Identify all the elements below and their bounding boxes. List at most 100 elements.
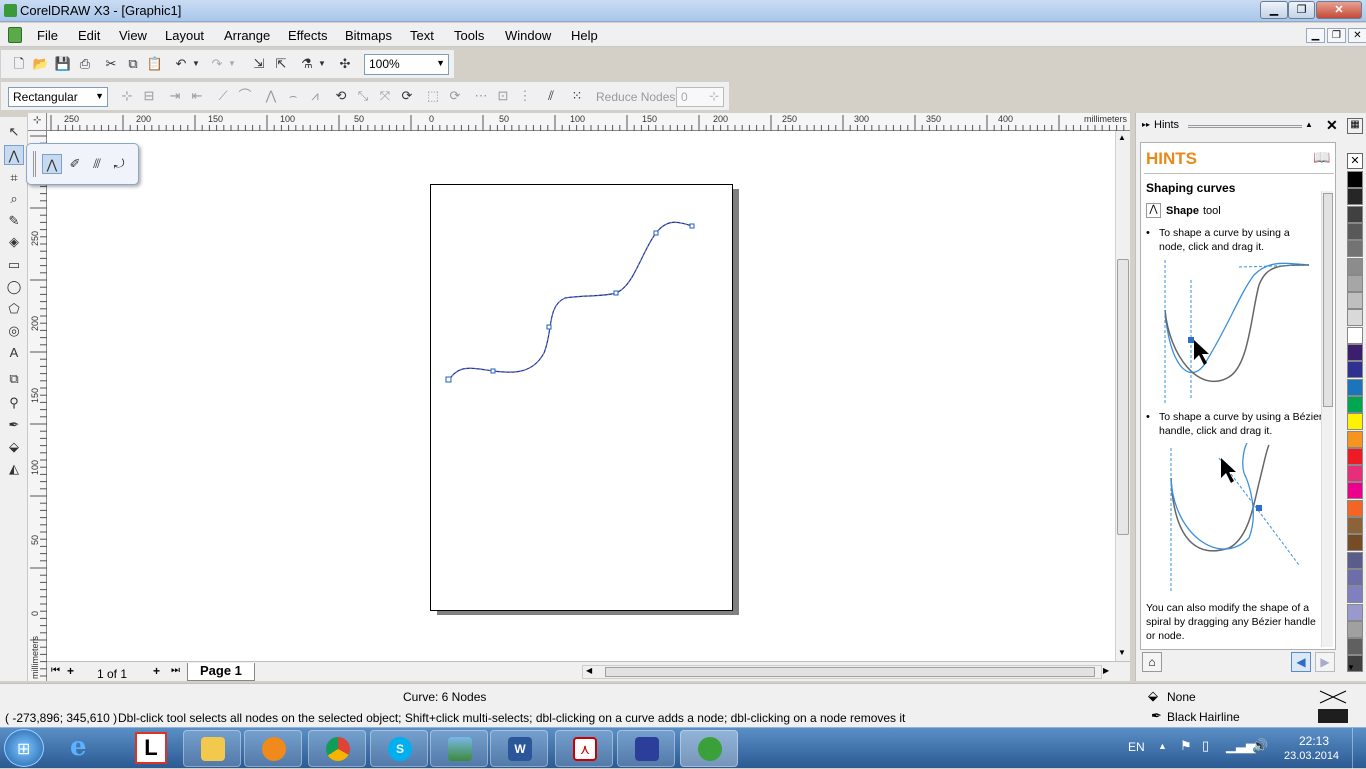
menu-window[interactable]: Window — [505, 28, 551, 43]
lingvo-icon[interactable]: L — [135, 732, 167, 764]
palette-options-icon[interactable]: ▦ — [1347, 118, 1363, 134]
mdi-restore-button[interactable]: ❐ — [1327, 28, 1346, 43]
scroll-down-icon[interactable]: ▼ — [1118, 648, 1126, 657]
language-indicator[interactable]: EN — [1128, 740, 1145, 754]
save-icon[interactable]: 💾 — [53, 54, 73, 74]
extract-subpath-icon[interactable]: ⤧ — [375, 86, 395, 106]
color-swatch[interactable] — [1347, 188, 1363, 206]
align-nodes-icon[interactable]: ⋯ — [471, 86, 491, 106]
menu-view[interactable]: View — [119, 28, 147, 43]
color-swatch[interactable] — [1347, 205, 1363, 223]
color-swatch[interactable] — [1347, 378, 1363, 396]
tray-expand-icon[interactable]: ▲ — [1158, 741, 1167, 751]
smudge-brush-icon[interactable]: ✐ — [65, 154, 85, 174]
redo-dropdown-icon[interactable]: ▼ — [227, 54, 237, 74]
basic-shapes-tool-icon[interactable]: ◎ — [4, 321, 24, 341]
color-swatch[interactable] — [1347, 413, 1363, 431]
explorer-taskbar-button[interactable] — [183, 730, 241, 767]
vertical-scrollbar[interactable]: ▲ ▼ — [1115, 131, 1130, 661]
hints-forward-icon[interactable]: ▶ — [1315, 652, 1335, 672]
battery-icon[interactable]: ▯ — [1202, 738, 1209, 754]
color-swatch[interactable] — [1347, 361, 1363, 379]
hints-book-icon[interactable]: 📖 — [1313, 149, 1330, 166]
scroll-up-icon[interactable]: ▲ — [1118, 133, 1126, 142]
ellipse-tool-icon[interactable]: ◯ — [4, 277, 24, 297]
coreldraw-app-icon[interactable] — [4, 4, 17, 17]
crop-tool-icon[interactable]: ⌗ — [4, 168, 24, 188]
mdi-close-button[interactable]: ✕ — [1348, 28, 1366, 43]
reverse-direction-icon[interactable]: ⟲ — [331, 86, 351, 106]
menu-help[interactable]: Help — [571, 28, 598, 43]
chrome-taskbar-button[interactable] — [308, 730, 366, 767]
zoom-tool-icon[interactable]: ⌕ — [4, 189, 24, 209]
maximize-button[interactable]: ❐ — [1288, 1, 1315, 19]
show-desktop-button[interactable] — [1352, 728, 1366, 769]
application-launcher-icon[interactable]: ⚗ — [297, 54, 317, 74]
color-swatch[interactable] — [1347, 292, 1363, 310]
color-swatch[interactable] — [1347, 430, 1363, 448]
menu-edit[interactable]: Edit — [78, 28, 100, 43]
coreldraw-taskbar-button[interactable] — [680, 730, 738, 767]
interactive-fill-tool-icon[interactable]: ◭ — [4, 459, 24, 479]
color-swatch[interactable] — [1347, 344, 1363, 361]
action-center-icon[interactable]: ⚑ — [1180, 738, 1192, 754]
launcher-dropdown-icon[interactable]: ▼ — [317, 54, 327, 74]
docker-grip[interactable] — [1188, 125, 1302, 128]
volume-icon[interactable]: 🔊 — [1252, 738, 1268, 754]
rotate-nodes-icon[interactable]: ⟳ — [445, 86, 465, 106]
docker-collapse-icon[interactable]: ▸▸ — [1142, 120, 1150, 129]
drawing-canvas[interactable] — [47, 131, 1115, 661]
selected-curve[interactable] — [47, 131, 1115, 661]
menu-bitmaps[interactable]: Bitmaps — [345, 28, 392, 43]
open-icon[interactable]: 📂 — [31, 54, 51, 74]
fill-tool-icon[interactable]: ⬙ — [4, 437, 24, 457]
copy-icon[interactable]: ⧉ — [123, 54, 143, 74]
shape-tool-icon[interactable]: ⋀ — [42, 154, 62, 174]
outline-tool-icon[interactable]: ✒ — [4, 415, 24, 435]
reflect-nodes-icon[interactable]: ⋮ — [515, 86, 535, 106]
elastic-mode-icon[interactable]: ⊡ — [493, 86, 513, 106]
text-tool-icon[interactable]: A — [4, 343, 24, 363]
clock-date[interactable]: 23.03.2014 — [1284, 750, 1339, 762]
shape-tool-icon[interactable]: ⋀ — [4, 145, 24, 165]
free-transform-tool-icon[interactable]: ⤾ — [109, 154, 129, 174]
add-page-before-icon[interactable]: + — [67, 664, 74, 678]
hints-back-icon[interactable]: ◀ — [1291, 652, 1311, 672]
extend-curve-icon[interactable]: ⤡ — [353, 86, 373, 106]
add-page-after-icon[interactable]: + — [153, 664, 160, 678]
color-swatch[interactable] — [1347, 309, 1363, 327]
horizontal-scroll-thumb[interactable] — [605, 667, 1095, 677]
color-swatch[interactable] — [1347, 517, 1363, 534]
color-swatch[interactable] — [1347, 482, 1363, 500]
internet-explorer-icon[interactable]: e — [70, 732, 104, 766]
break-curve-icon[interactable]: ⇤ — [187, 86, 207, 106]
auto-close-icon[interactable]: ⟳ — [397, 86, 417, 106]
reduce-nodes-button[interactable]: Reduce Nodes — [596, 90, 675, 104]
ruler-origin-icon[interactable]: ⊹ — [28, 113, 47, 131]
menu-file[interactable]: File — [37, 28, 58, 43]
media-player-taskbar-button[interactable] — [244, 730, 302, 767]
photo-viewer-taskbar-button[interactable] — [430, 730, 488, 767]
acrobat-taskbar-button[interactable]: ⋏ — [555, 730, 613, 767]
start-button[interactable]: ⊞ — [4, 729, 44, 767]
convert-to-curve-icon[interactable]: ⌒ — [235, 86, 255, 106]
skype-taskbar-button[interactable]: S — [370, 730, 428, 767]
flyout-grip[interactable] — [33, 151, 36, 177]
clock-time[interactable]: 22:13 — [1299, 734, 1329, 748]
eyedropper-tool-icon[interactable]: ⚲ — [4, 393, 24, 413]
menu-layout[interactable]: Layout — [165, 28, 204, 43]
select-all-nodes-icon[interactable]: ⁙ — [567, 86, 587, 106]
close-button[interactable]: ✕ — [1316, 1, 1362, 19]
menu-effects[interactable]: Effects — [288, 28, 328, 43]
word-taskbar-button[interactable]: W — [490, 730, 548, 767]
save-manager-taskbar-button[interactable] — [617, 730, 675, 767]
print-icon[interactable]: ⎙ — [75, 54, 95, 74]
undo-icon[interactable]: ↶ — [171, 54, 191, 74]
pick-tool-icon[interactable]: ↖ — [4, 122, 24, 142]
stretch-nodes-icon[interactable]: ⬚ — [423, 86, 443, 106]
document-icon[interactable] — [8, 27, 22, 43]
no-color-swatch[interactable]: ✕ — [1347, 153, 1363, 169]
color-swatch[interactable] — [1347, 568, 1363, 586]
vertical-ruler[interactable]: 250 200 150 100 50 0 millimeters — [28, 131, 47, 681]
menu-arrange[interactable]: Arrange — [224, 28, 270, 43]
